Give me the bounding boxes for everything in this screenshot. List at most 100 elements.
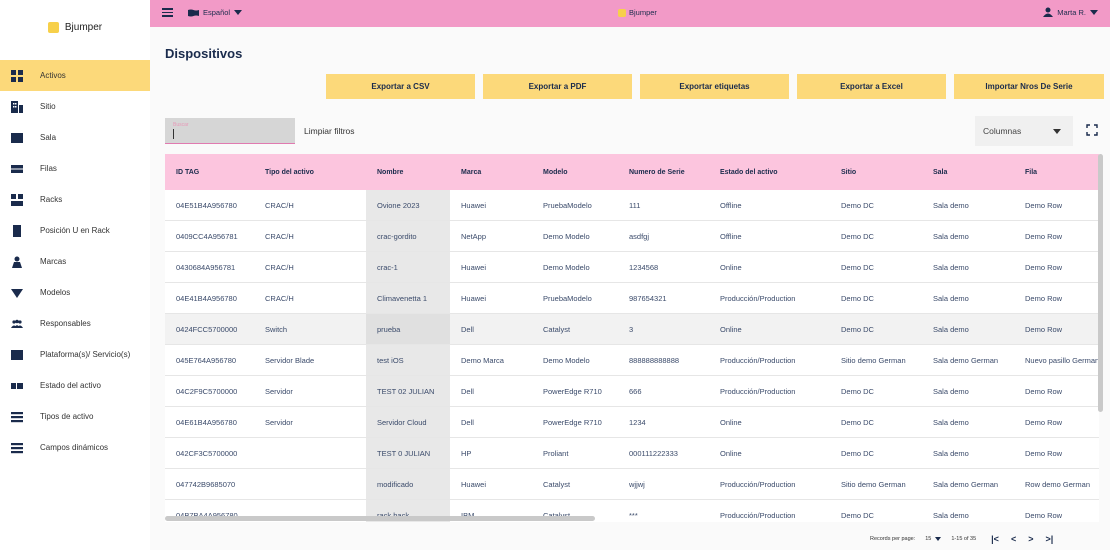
export-pdf-button[interactable]: Exportar a PDF — [483, 74, 632, 99]
sidebar-item-campos-dinamicos[interactable]: Campos dinámicos — [0, 432, 150, 463]
sidebar-item-label: Sitio — [40, 102, 56, 111]
column-header-numero-de-serie[interactable]: Numero de Serie — [618, 154, 709, 190]
table-row[interactable]: 04E61B4A956780 Servidor Servidor Cloud Dell… — [165, 407, 1099, 438]
cell-sala: Sala demo — [933, 293, 969, 303]
per-page-value: 15 — [925, 536, 932, 542]
sidebar-item-tipos-de-activo[interactable]: Tipos de activo — [0, 401, 150, 432]
cell-modelo: Demo Modelo — [543, 231, 590, 241]
columns-label: Columnas — [983, 126, 1022, 136]
vertical-scrollbar[interactable] — [1098, 154, 1103, 412]
cell-sala: Sala demo — [933, 386, 969, 396]
cell-estado-del-activo: Online — [720, 448, 742, 458]
cell-numero-de-serie: 000111222333 — [629, 448, 678, 458]
table-row[interactable]: 04E41B4A956780 CRAC/H Climavenetta 1 Huawei… — [165, 283, 1099, 314]
cell-modelo: Demo Modelo — [543, 355, 590, 365]
fullscreen-icon[interactable] — [1086, 124, 1098, 136]
list-icon — [0, 442, 40, 454]
chevron-down-icon — [234, 10, 243, 15]
cell-sitio: Demo DC — [841, 417, 874, 427]
cell-fila: Demo Row — [1025, 510, 1063, 520]
table-row[interactable]: 0430684A956781 CRAC/H crac-1 Huawei Demo Mod… — [165, 252, 1099, 283]
cell-id-tag: 04E41B4A956780 — [176, 293, 237, 303]
sidebar-item-label: Estado del activo — [40, 381, 101, 390]
sidebar-item-sala[interactable]: Sala — [0, 122, 150, 153]
sidebar-item-label: Filas — [40, 164, 57, 173]
cell-fila: Demo Row — [1025, 231, 1063, 241]
columns-select[interactable]: Columnas — [975, 116, 1073, 146]
user-menu[interactable]: Marta R. — [1043, 7, 1098, 17]
cell-fila: Nuevo pasillo German — [1025, 355, 1099, 365]
cell-sala: Sala demo — [933, 200, 969, 210]
column-header-marca[interactable]: Marca — [450, 154, 532, 190]
cell-marca: Huawei — [461, 479, 487, 489]
table-row[interactable]: 045E764A956780 Servidor Blade test iOS Demo… — [165, 345, 1099, 376]
cell-sala: Sala demo German — [933, 479, 999, 489]
table-row[interactable]: 04C2F9C5700000 Servidor TEST 02 JULIAN Dell… — [165, 376, 1099, 407]
sidebar-item-activos[interactable]: Activos — [0, 60, 150, 91]
export-labels-button[interactable]: Exportar etiquetas — [640, 74, 789, 99]
cell-modelo: PowerEdge R710 — [543, 417, 602, 427]
search-input[interactable]: Buscar — [165, 118, 295, 144]
sidebar-item-marcas[interactable]: Marcas — [0, 246, 150, 277]
table-row[interactable]: 0409CC4A956781 CRAC/H crac-gordito NetApp De… — [165, 221, 1099, 252]
export-excel-button[interactable]: Exportar a Excel — [797, 74, 946, 99]
sidebar-item-label: Activos — [40, 71, 66, 80]
column-header-estado-del-activo[interactable]: Estado del activo — [709, 154, 830, 190]
model-icon — [0, 287, 40, 299]
column-header-id-tag[interactable]: ID TAG — [165, 154, 254, 190]
cell-estado-del-activo: Offline — [720, 200, 742, 210]
cell-modelo: Proliant — [543, 448, 569, 458]
sidebar-item-plataforma-s-servicio-s[interactable]: Plataforma(s)/ Servicio(s) — [0, 339, 150, 370]
first-page-icon[interactable]: |< — [988, 534, 1002, 544]
horizontal-scrollbar[interactable] — [165, 516, 595, 521]
cell-marca: NetApp — [461, 231, 487, 241]
sidebar-item-estado-del-activo[interactable]: Estado del activo — [0, 370, 150, 401]
table-row[interactable]: 04E51B4A956780 CRAC/H Ovione 2023 Huawei Pru… — [165, 190, 1099, 221]
cell-nombre: crac-1 — [366, 252, 450, 282]
cell-tipo-del-activo — [254, 469, 366, 499]
cell-sala: Sala demo — [933, 262, 969, 272]
cell-tipo-del-activo: CRAC/H — [265, 262, 294, 272]
language-selector[interactable]: Español — [188, 8, 243, 17]
grid-icon — [0, 69, 40, 82]
import-serials-button[interactable]: Importar Nros De Serie — [954, 74, 1104, 99]
column-header-tipo-del-activo[interactable]: Tipo del activo — [254, 154, 366, 190]
sidebar-item-filas[interactable]: Filas — [0, 153, 150, 184]
cell-numero-de-serie: 1234 — [629, 417, 646, 427]
previous-page-icon[interactable]: < — [1008, 534, 1019, 544]
column-header-modelo[interactable]: Modelo — [532, 154, 618, 190]
table-row[interactable]: 0424FCC5700000 Switch prueba Dell Catalyst 3 O… — [165, 314, 1099, 345]
user-icon — [1043, 7, 1054, 17]
cell-nombre: crac-gordito — [366, 221, 450, 251]
menu-icon[interactable] — [162, 8, 173, 17]
per-page-select[interactable]: 15 — [925, 536, 942, 542]
sidebar-item-posicion-u-en-rack[interactable]: Posición U en Rack — [0, 215, 150, 246]
table-row[interactable]: 042CF3C5700000 TEST 0 JULIAN HP Proliant 000… — [165, 438, 1099, 469]
cell-marca: Dell — [461, 324, 474, 334]
cell-modelo: Catalyst — [543, 479, 571, 489]
cell-tipo-del-activo: CRAC/H — [265, 293, 294, 303]
next-page-icon[interactable]: > — [1025, 534, 1036, 544]
column-header-nombre[interactable]: Nombre — [366, 154, 450, 190]
column-header-sala[interactable]: Sala — [922, 154, 1014, 190]
column-header-sitio[interactable]: Sitio — [830, 154, 922, 190]
pagination: Records per page: 15 1-15 of 35 |< < > >… — [870, 534, 1056, 544]
rack-icon — [0, 193, 40, 206]
cell-nombre: test iOS — [366, 345, 450, 375]
sidebar-item-modelos[interactable]: Modelos — [0, 277, 150, 308]
table-row[interactable]: 047742B9685070 modificado Huawei Catalyst wj… — [165, 469, 1099, 500]
export-csv-button[interactable]: Exportar a CSV — [326, 74, 475, 99]
page-title: Dispositivos — [165, 46, 243, 61]
cell-sitio: Demo DC — [841, 324, 874, 334]
clear-filters-button[interactable]: Limpiar filtros — [304, 126, 355, 136]
sidebar-item-sitio[interactable]: Sitio — [0, 91, 150, 122]
sidebar-item-responsables[interactable]: Responsables — [0, 308, 150, 339]
language-label: Español — [203, 8, 231, 17]
cell-sala: Sala demo — [933, 510, 969, 520]
column-header-fila[interactable]: Fila — [1014, 154, 1099, 190]
cell-nombre: Climavenetta 1 — [366, 283, 450, 313]
sidebar-item-racks[interactable]: Racks — [0, 184, 150, 215]
sidebar-brand[interactable]: Bjumper — [0, 0, 150, 55]
cell-tipo-del-activo: Servidor Blade — [265, 355, 315, 365]
last-page-icon[interactable]: >| — [1042, 534, 1056, 544]
